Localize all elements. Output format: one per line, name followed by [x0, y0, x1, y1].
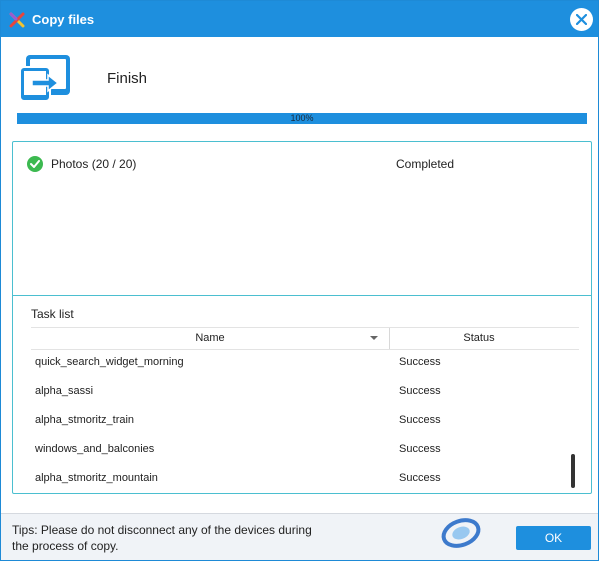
copy-group-row: Photos (20 / 20) Completed — [27, 156, 577, 174]
copy-progress-bar: 100% — [17, 113, 587, 124]
cell-status: Success — [399, 472, 441, 484]
close-button[interactable] — [570, 8, 593, 31]
cell-status: Success — [399, 385, 441, 397]
column-header-status[interactable]: Status — [391, 328, 567, 349]
table-row[interactable]: alpha_sassi Success — [31, 379, 571, 407]
column-header-name[interactable]: Name — [31, 328, 390, 349]
column-header-status-label: Status — [463, 332, 495, 344]
cell-name: windows_and_balconies — [35, 443, 155, 455]
cell-status: Success — [399, 356, 441, 368]
task-list-title: Task list — [31, 307, 74, 321]
cell-name: alpha_sassi — [35, 385, 94, 397]
check-circle-icon — [27, 156, 43, 172]
copy-status-heading: Finish — [107, 70, 148, 87]
device-transfer-icon — [18, 53, 73, 105]
panel-divider — [13, 295, 591, 296]
watermark-swirl-icon — [441, 518, 481, 548]
table-row[interactable]: quick_search_widget_morning Success — [31, 350, 571, 378]
group-status: Completed — [396, 157, 455, 171]
group-label: Photos (20 / 20) — [51, 157, 137, 171]
column-header-name-label: Name — [195, 332, 225, 344]
copy-details-panel: Photos (20 / 20) Completed Task list Nam… — [12, 141, 592, 494]
cell-status: Success — [399, 414, 441, 426]
task-list-scrollbar[interactable] — [571, 454, 575, 488]
task-table-header: Name Status — [31, 327, 579, 350]
close-icon — [576, 14, 587, 25]
tips-text: Tips: Please do not disconnect any of th… — [12, 523, 312, 553]
progress-percent: 100% — [290, 113, 314, 123]
table-row[interactable]: alpha_stmoritz_train Success — [31, 408, 571, 436]
copy-files-app-icon — [9, 12, 25, 28]
window-title: Copy files — [32, 12, 95, 27]
title-bar[interactable]: Copy files — [1, 1, 598, 37]
cell-name: quick_search_widget_morning — [35, 356, 184, 368]
cell-name: alpha_stmoritz_train — [35, 414, 135, 426]
table-row[interactable]: windows_and_balconies Success — [31, 437, 571, 465]
watermark-logo — [439, 509, 597, 557]
table-row[interactable]: alpha_stmoritz_mountain Success — [31, 466, 571, 494]
cell-name: alpha_stmoritz_mountain — [35, 472, 158, 484]
copy-files-dialog: Copy files Finish 100% Photos (20 / 20) … — [0, 0, 599, 561]
cell-status: Success — [399, 443, 441, 455]
sort-arrow-icon[interactable] — [370, 336, 378, 340]
